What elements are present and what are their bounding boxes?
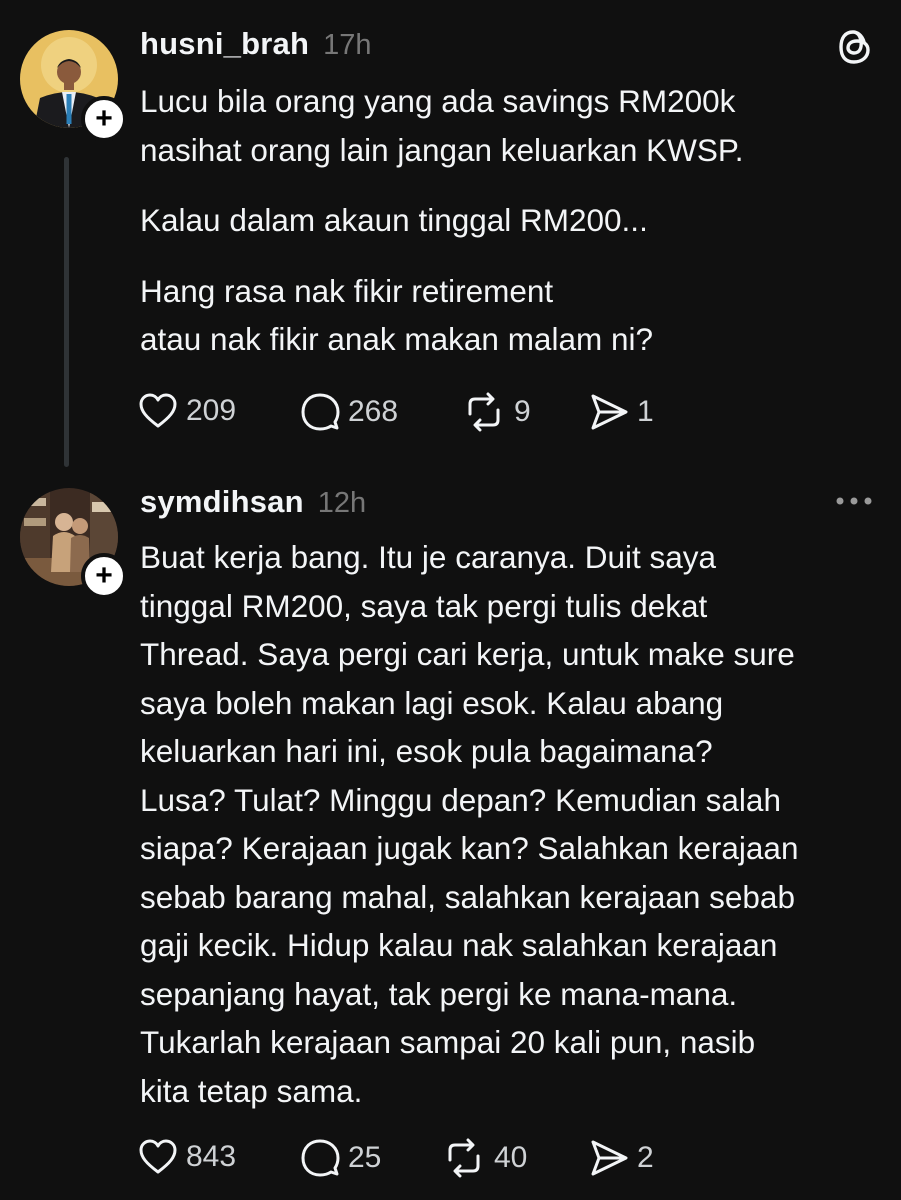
follow-plus-button[interactable]: + xyxy=(81,553,127,599)
heart-icon xyxy=(138,392,178,430)
post-header: husni_brah 17h xyxy=(140,26,371,62)
post-line: saya boleh makan lagi esok. Kalau abang xyxy=(140,684,724,721)
post-line: Lusa? Tulat? Minggu depan? Kemudian sala… xyxy=(140,781,781,818)
post-line: keluarkan hari ini, esok pula bagaimana? xyxy=(140,733,713,769)
reply-button[interactable]: 268 xyxy=(300,392,398,432)
reply-count: 25 xyxy=(348,1141,382,1174)
post-line: atau nak fikir anak makan malam ni? xyxy=(140,321,653,357)
share-count: 2 xyxy=(637,1141,654,1174)
post-body: Buat kerja bang. Itu je caranya. Duit sa… xyxy=(140,533,880,1115)
share-count: 1 xyxy=(637,395,654,428)
post-line: kita tetap sama. xyxy=(140,1072,363,1109)
post-line: Hang rasa nak fikir retirement xyxy=(140,272,554,309)
comment-icon xyxy=(300,1138,340,1178)
post-line: sepanjang hayat, tak pergi ke mana-mana. xyxy=(140,975,738,1012)
threads-logo-icon[interactable] xyxy=(837,27,873,72)
post-line: Lucu bila orang yang ada savings RM200k xyxy=(140,83,736,119)
share-button[interactable]: 1 xyxy=(589,392,654,432)
like-count: 209 xyxy=(186,394,237,427)
reply-button[interactable]: 25 xyxy=(300,1138,381,1178)
post-line: nasihat orang lain jangan keluarkan KWSP… xyxy=(140,131,744,168)
heart-icon xyxy=(138,1138,178,1176)
post-line: sebab barang mahal, salahkan kerajaan se… xyxy=(140,878,795,915)
thread-connector-line xyxy=(64,157,69,467)
like-button[interactable]: 209 xyxy=(138,392,236,430)
username[interactable]: symdihsan xyxy=(140,484,304,520)
send-icon xyxy=(589,392,629,432)
post-line: Kalau dalam akaun tinggal RM200... xyxy=(140,202,648,238)
post-line: tinggal RM200, saya tak pergi tulis deka… xyxy=(140,587,708,624)
post-body: Lucu bila orang yang ada savings RM200k … xyxy=(140,77,880,364)
repost-icon xyxy=(442,1138,486,1178)
comment-icon xyxy=(300,392,340,432)
like-button[interactable]: 843 xyxy=(138,1138,236,1176)
follow-plus-button[interactable]: + xyxy=(81,96,127,142)
timestamp: 12h xyxy=(317,487,367,519)
post-header: symdihsan 12h xyxy=(140,484,366,520)
repost-count: 9 xyxy=(514,395,531,428)
repost-icon xyxy=(462,392,506,432)
timestamp: 17h xyxy=(323,29,372,61)
post-line: siapa? Kerajaan jugak kan? Salahkan kera… xyxy=(140,830,799,866)
reply-count: 268 xyxy=(348,395,399,428)
post-line: gaji kecik. Hidup kalau nak salahkan ker… xyxy=(140,927,778,963)
repost-button[interactable]: 9 xyxy=(462,392,531,432)
post-line: Thread. Saya pergi cari kerja, untuk mak… xyxy=(140,636,795,672)
post-line: Tukarlah kerajaan sampai 20 kali pun, na… xyxy=(140,1024,756,1060)
post-line: Buat kerja bang. Itu je caranya. Duit sa… xyxy=(140,539,717,575)
repost-button[interactable]: 40 xyxy=(442,1138,527,1178)
share-button[interactable]: 2 xyxy=(589,1138,654,1178)
repost-count: 40 xyxy=(494,1141,528,1174)
more-options-icon[interactable] xyxy=(835,494,873,513)
send-icon xyxy=(589,1138,629,1178)
username[interactable]: husni_brah xyxy=(140,26,309,62)
like-count: 843 xyxy=(186,1140,237,1173)
